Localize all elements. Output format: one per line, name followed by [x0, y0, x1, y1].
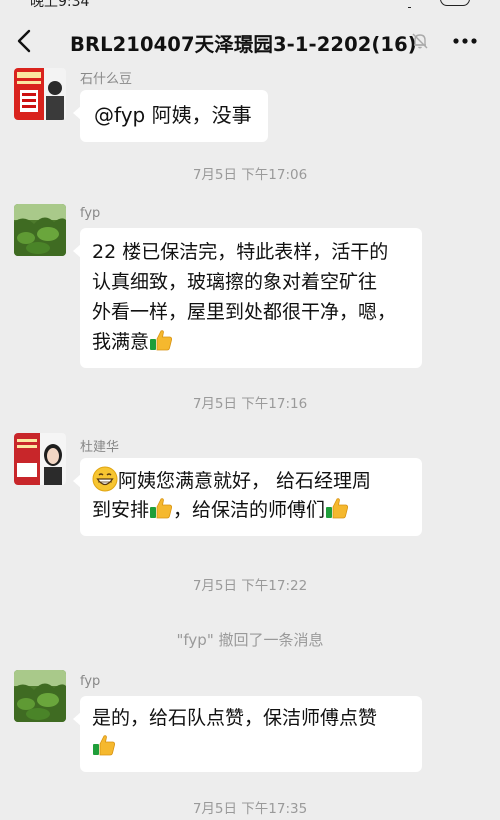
- avatar-fyp[interactable]: [14, 204, 66, 256]
- more-options-icon[interactable]: [450, 28, 480, 54]
- message-text: @fyp 阿姨，没事: [94, 103, 252, 127]
- thumbs-up-icon: [93, 735, 115, 756]
- status-bar: 晚上9:34: [0, 0, 500, 8]
- sender-name: 石什么豆: [80, 72, 133, 87]
- message-bubble[interactable]: 22 楼已保洁完，特此表样，活干的 认真细致，玻璃擦的象对着空矿往 外看一样，屋…: [73, 228, 422, 368]
- sender-name: 杜建华: [80, 440, 120, 455]
- avatar-dujianhua[interactable]: [14, 433, 66, 485]
- thumbs-up-icon: [150, 498, 173, 519]
- message-line: ，给保洁的师傅们: [173, 499, 326, 521]
- avatar-fyp[interactable]: [14, 670, 66, 722]
- message-line: 外看一样，屋里到处都很干净，嗯，: [92, 301, 397, 323]
- message-bubble[interactable]: 阿姨您满意就好， 给石经理周 到安排 ，给保洁的师傅们: [73, 458, 422, 536]
- message-bubble[interactable]: 是的，给石队点赞，保洁师傅点赞: [73, 696, 422, 772]
- battery-icon: [440, 0, 470, 6]
- sender-name: fyp: [80, 206, 101, 221]
- message-line: 我满意: [92, 331, 150, 353]
- chat-title: BRL210407天泽璟园3-1-2202(16): [70, 33, 417, 56]
- timestamp: 7月5日 下午17:06: [192, 167, 308, 183]
- thumbs-up-icon: [326, 498, 349, 519]
- message-line: 认真细致，玻璃擦的象对着空矿往: [92, 271, 378, 293]
- message-line: 22 楼已保洁完，特此表样，活干的: [92, 241, 389, 263]
- message-line: 阿姨您满意就好， 给石经理周: [118, 470, 372, 492]
- status-time: 晚上9:34: [30, 0, 90, 8]
- timestamp: 7月5日 下午17:22: [192, 578, 308, 594]
- grinning-face-icon: [92, 466, 118, 492]
- timestamp: 7月5日 下午17:16: [192, 396, 308, 412]
- thumbs-up-icon: [150, 330, 173, 351]
- avatar-shishimedou[interactable]: [14, 68, 66, 120]
- timestamp: 7月5日 下午17:35: [192, 801, 308, 817]
- message-bubble[interactable]: @fyp 阿姨，没事: [73, 90, 268, 142]
- message-line: 到安排: [92, 499, 150, 521]
- signal-icon: [396, 0, 414, 8]
- chat-header: BRL210407天泽璟园3-1-2202(16): [0, 8, 500, 76]
- sender-name: fyp: [80, 674, 101, 689]
- message-line: 是的，给石队点赞，保洁师傅点赞: [92, 707, 378, 729]
- recall-notice: "fyp" 撤回了一条消息: [176, 631, 324, 649]
- bell-slash-icon: [412, 33, 428, 49]
- back-chevron-icon[interactable]: [12, 28, 38, 54]
